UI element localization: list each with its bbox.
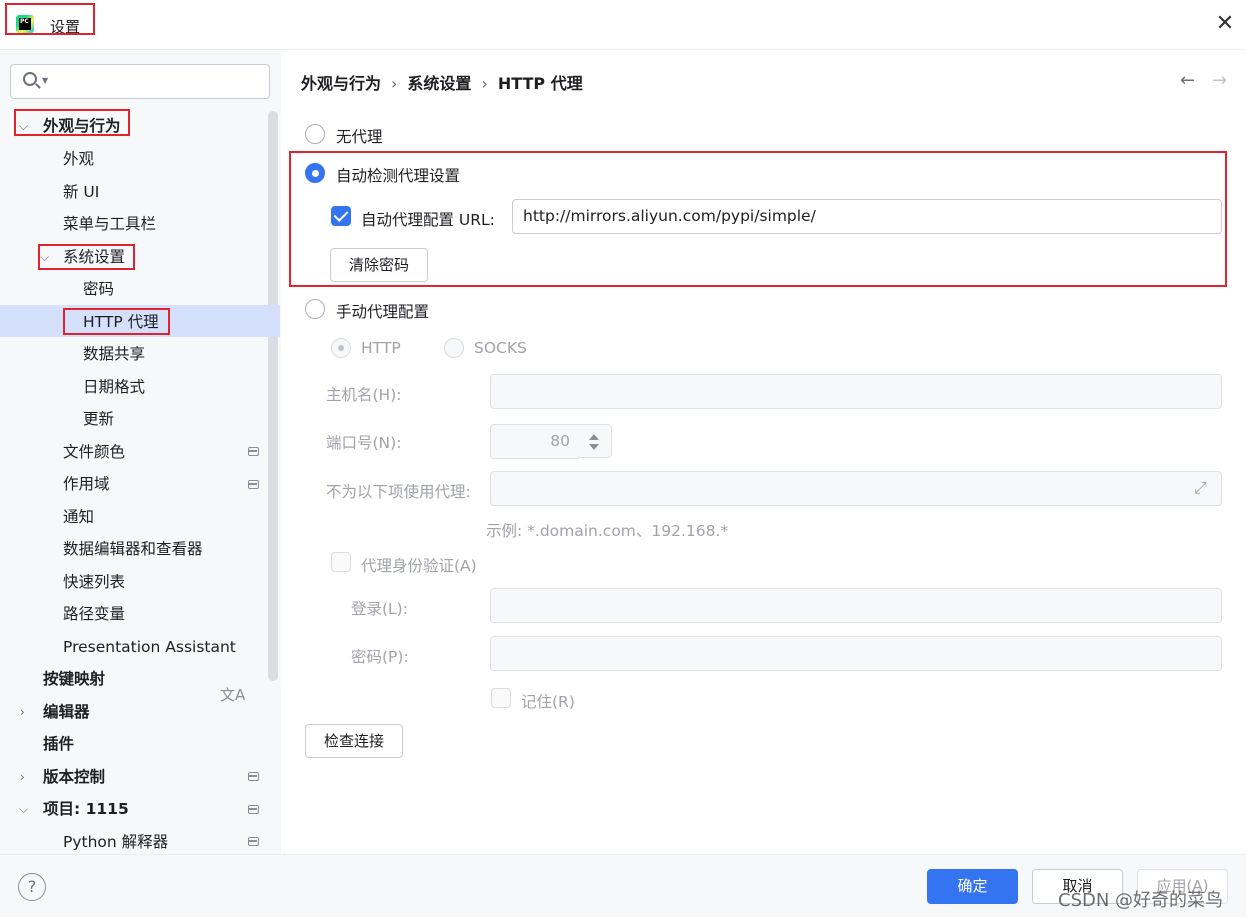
watermark: CSDN @好奇的菜鸟 <box>1058 890 1224 911</box>
breadcrumb-item[interactable]: 外观与行为 <box>301 74 381 93</box>
chevron-down-icon[interactable]: ⌵ <box>40 241 49 273</box>
project-level-icon <box>248 480 259 489</box>
help-button[interactable]: ? <box>18 873 46 901</box>
check-connection-button[interactable]: 检查连接 <box>305 724 403 758</box>
sidebar-scrollbar[interactable] <box>268 111 278 681</box>
sidebar-item-presentation-assistant[interactable]: Presentation Assistant <box>63 631 236 663</box>
proxy-auth-label: 代理身份验证(A) <box>361 557 477 575</box>
password-input[interactable] <box>490 636 1222 671</box>
close-icon[interactable]: ✕ <box>1214 13 1236 35</box>
port-input[interactable]: 80 <box>490 424 579 459</box>
clear-password-button[interactable]: 清除密码 <box>330 248 428 282</box>
breadcrumb: 外观与行为 › 系统设置 › HTTP 代理 <box>301 70 583 94</box>
password-label: 密码(P): <box>351 648 409 666</box>
sidebar-item-file-colors[interactable]: 文件颜色 <box>63 436 125 468</box>
pycharm-app-icon: PC <box>16 15 34 33</box>
auto-config-url-input[interactable]: http://mirrors.aliyun.com/pypi/simple/ <box>512 199 1222 234</box>
ok-button[interactable]: 确定 <box>927 869 1018 904</box>
chevron-down-icon[interactable]: ⌵ <box>19 110 28 142</box>
sidebar-item-scopes[interactable]: 作用域 <box>63 468 110 500</box>
window-title: 设置 <box>50 18 81 36</box>
breadcrumb-item[interactable]: 系统设置 <box>407 74 471 93</box>
project-level-icon <box>248 447 259 456</box>
auto-config-url-checkbox[interactable] <box>331 206 351 226</box>
port-stepper[interactable] <box>578 424 612 458</box>
breadcrumb-separator: › <box>391 74 398 93</box>
sidebar-item-http-proxy[interactable]: HTTP 代理 <box>83 306 159 338</box>
chevron-right-icon[interactable]: › <box>20 761 25 793</box>
sidebar-item-quick-lists[interactable]: 快速列表 <box>63 566 125 598</box>
search-input[interactable]: ▼ <box>10 64 270 99</box>
sidebar-item-plugins[interactable]: 插件 <box>43 728 74 760</box>
no-proxy-for-input[interactable] <box>490 471 1222 506</box>
sidebar-item-system-settings[interactable]: 系统设置 <box>63 241 125 273</box>
proxy-auth-checkbox[interactable] <box>331 552 351 572</box>
remember-checkbox[interactable] <box>491 688 511 708</box>
sidebar-item-appearance[interactable]: 外观 <box>63 143 94 175</box>
manual-proxy-label: 手动代理配置 <box>336 303 430 321</box>
example-hint: 示例: *.domain.com、192.168.* <box>486 522 729 540</box>
translate-icon: 文A <box>220 686 246 704</box>
sidebar-item-updates[interactable]: 更新 <box>83 403 114 435</box>
sidebar-item-path-variables[interactable]: 路径变量 <box>63 598 125 630</box>
project-level-icon <box>248 837 259 846</box>
sidebar-item-project[interactable]: 项目: 1115 <box>43 793 129 825</box>
sidebar-item-menus-toolbars[interactable]: 菜单与工具栏 <box>63 208 156 240</box>
breadcrumb-item: HTTP 代理 <box>497 74 583 93</box>
title-bar: PC 设置 ✕ <box>0 0 1246 50</box>
sidebar-item-new-ui[interactable]: 新 UI <box>63 176 99 208</box>
socks-radio[interactable] <box>444 338 464 358</box>
search-icon <box>23 72 37 86</box>
sidebar-item-appearance-behavior[interactable]: 外观与行为 <box>43 110 121 142</box>
project-level-icon <box>248 772 259 781</box>
sidebar-item-date-formats[interactable]: 日期格式 <box>83 371 145 403</box>
remember-label: 记住(R) <box>521 693 575 711</box>
chevron-down-icon: ▼ <box>42 76 49 85</box>
chevron-down-icon[interactable]: ⌵ <box>19 793 28 825</box>
forward-arrow-icon[interactable]: → <box>1212 70 1227 91</box>
auto-config-url-label: 自动代理配置 URL: <box>361 211 495 229</box>
login-input[interactable] <box>490 588 1222 623</box>
no-proxy-for-label: 不为以下项使用代理: <box>326 483 471 501</box>
auto-detect-label: 自动检测代理设置 <box>336 167 461 185</box>
sidebar-item-data-editors[interactable]: 数据编辑器和查看器 <box>63 533 203 565</box>
sidebar-item-passwords[interactable]: 密码 <box>83 273 114 305</box>
auto-detect-radio[interactable] <box>305 163 325 183</box>
http-label: HTTP <box>361 339 401 357</box>
sidebar-item-editor[interactable]: 编辑器 <box>43 696 90 728</box>
breadcrumb-separator: › <box>481 74 488 93</box>
no-proxy-radio[interactable] <box>305 124 325 144</box>
socks-label: SOCKS <box>474 339 527 357</box>
host-label: 主机名(H): <box>326 386 402 404</box>
sidebar-item-notifications[interactable]: 通知 <box>63 501 94 533</box>
sidebar-item-keymap[interactable]: 按键映射 <box>43 663 105 695</box>
project-level-icon <box>248 805 259 814</box>
expand-icon[interactable]: ⤢ <box>1194 478 1207 498</box>
manual-proxy-radio[interactable] <box>305 299 325 319</box>
chevron-right-icon[interactable]: › <box>20 696 25 728</box>
sidebar-item-data-sharing[interactable]: 数据共享 <box>83 338 145 370</box>
no-proxy-label: 无代理 <box>336 128 383 146</box>
port-label: 端口号(N): <box>326 434 402 452</box>
sidebar-item-version-control[interactable]: 版本控制 <box>43 761 105 793</box>
login-label: 登录(L): <box>351 600 408 618</box>
back-arrow-icon[interactable]: ← <box>1180 70 1195 91</box>
http-radio[interactable] <box>331 338 351 358</box>
host-input[interactable] <box>490 374 1222 409</box>
